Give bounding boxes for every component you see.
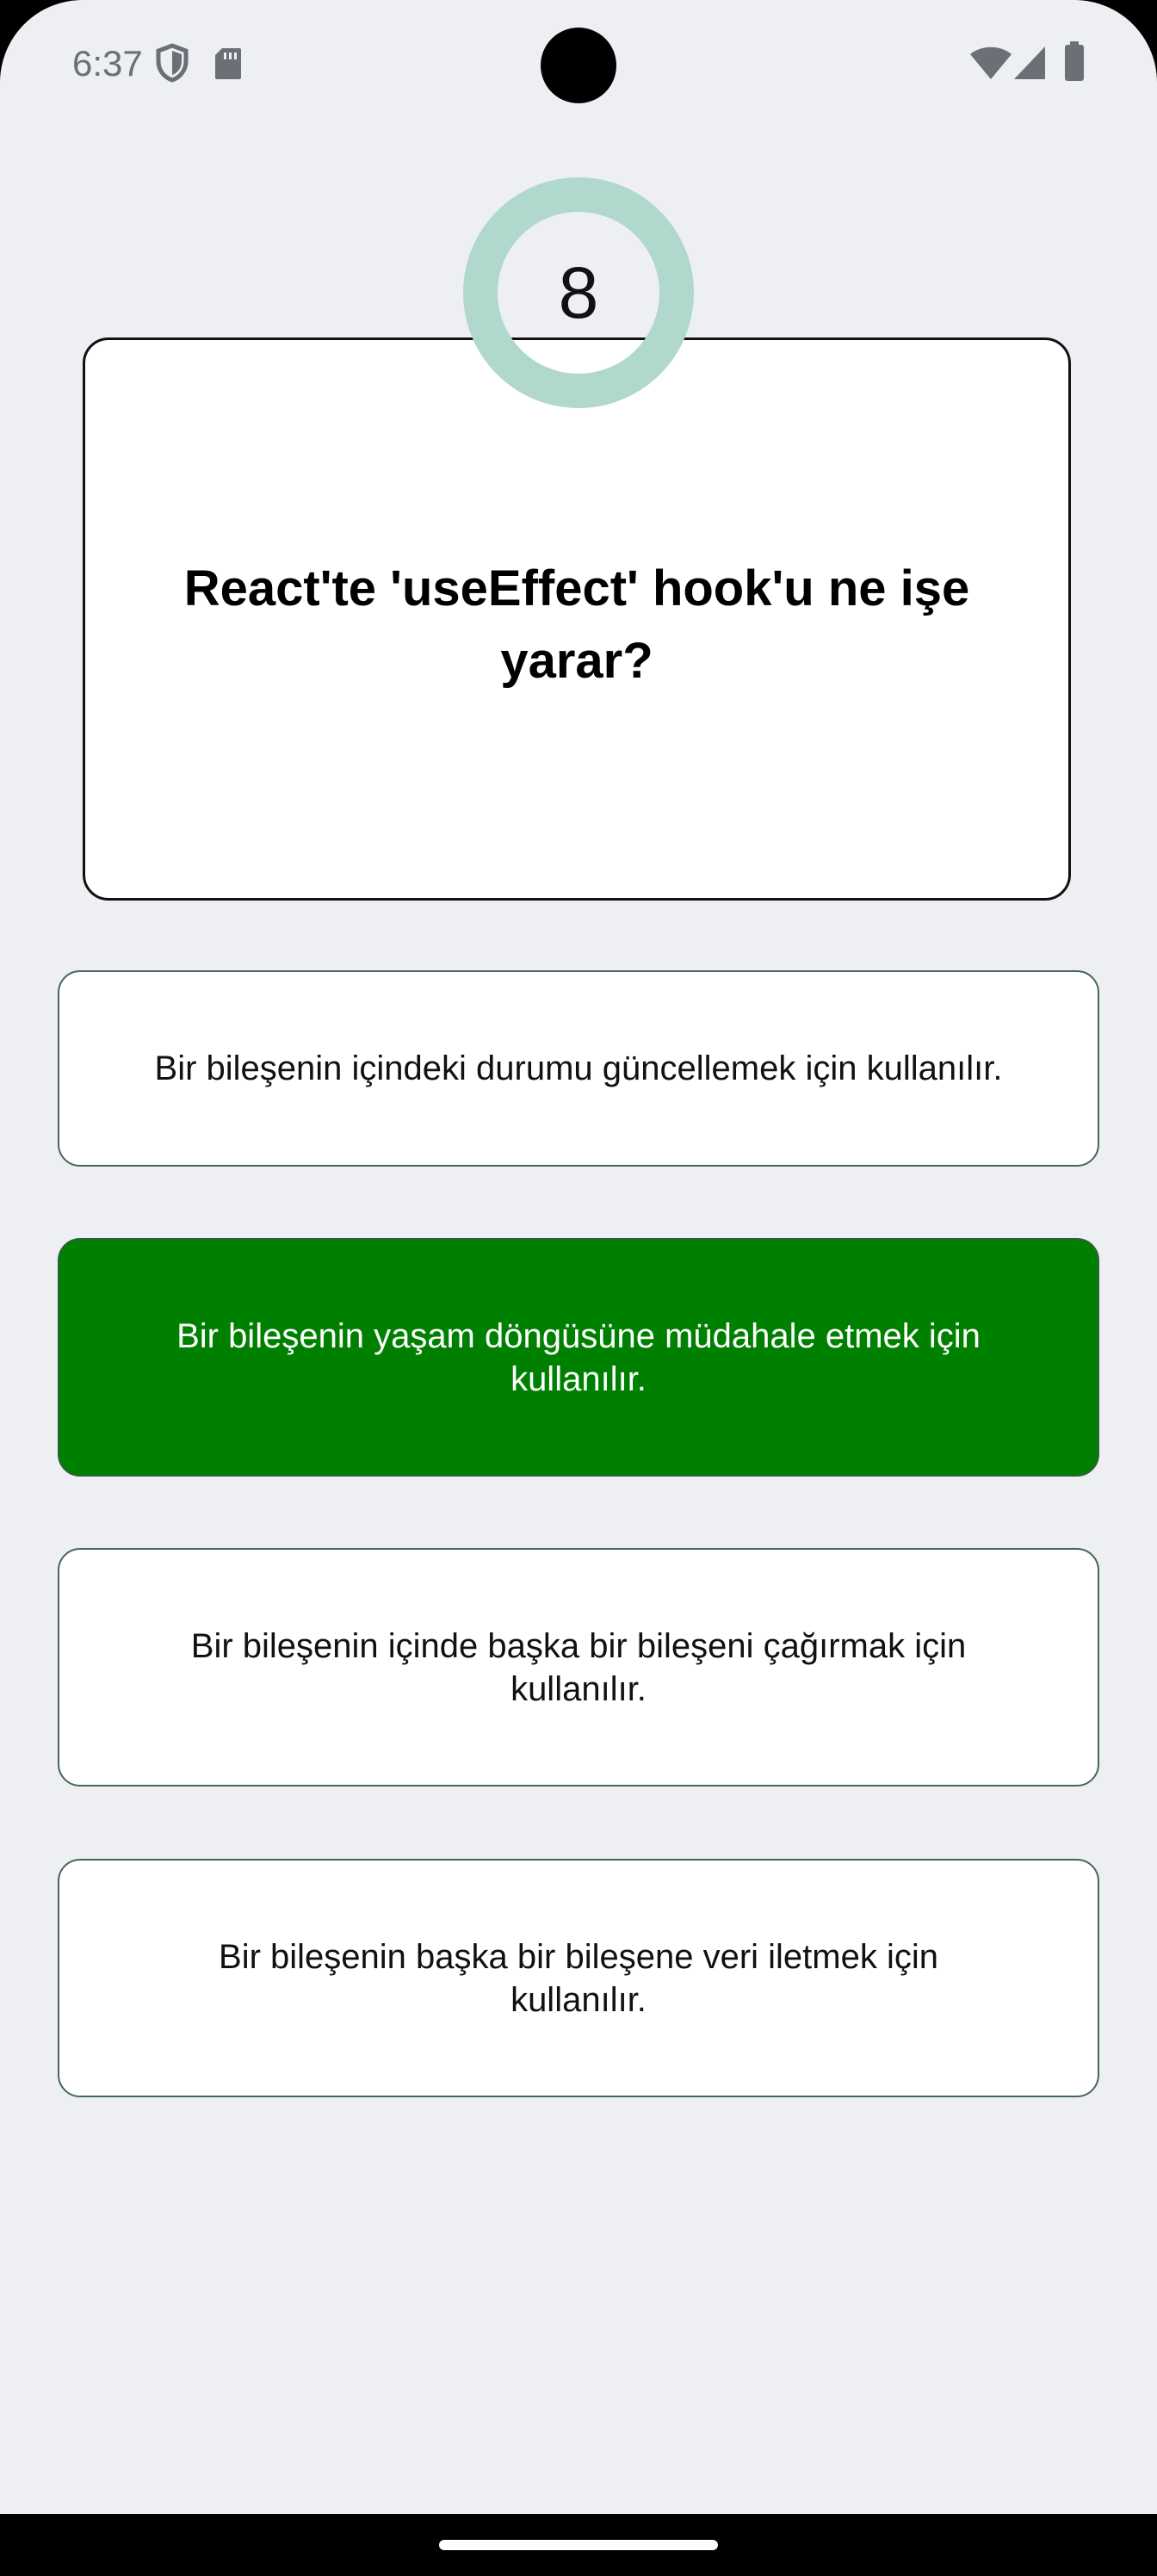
answer-option-text: Bir bileşenin içinde başka bir bileşeni … <box>190 1626 967 1708</box>
answer-option-4[interactable]: Bir bileşenin başka bir bileşene veri il… <box>58 1859 1099 2097</box>
status-bar: 6:37 <box>0 0 1157 129</box>
sd-card-icon <box>213 46 243 85</box>
shield-icon <box>155 43 189 87</box>
battery-icon <box>1064 41 1085 87</box>
answer-option-text: Bir bileşenin içindeki durumu güncelleme… <box>154 1050 1003 1087</box>
question-card: React'te 'useEffect' hook'u ne işe yarar… <box>83 337 1071 901</box>
gesture-nav-handle[interactable] <box>439 2540 718 2550</box>
timer-value: 8 <box>558 252 599 333</box>
cellular-signal-icon <box>1012 45 1047 85</box>
answer-option-3[interactable]: Bir bileşenin içinde başka bir bileşeni … <box>58 1548 1099 1786</box>
quiz-screen: 6:37 8 React'te 'useEffect' hook'u ne iş… <box>0 0 1157 2514</box>
wifi-icon <box>969 45 1012 85</box>
countdown-timer: 8 <box>461 176 696 410</box>
camera-cutout <box>541 28 616 103</box>
status-time: 6:37 <box>72 43 143 84</box>
answer-option-text: Bir bileşenin başka bir bileşene veri il… <box>219 1937 938 2019</box>
question-text: React'te 'useEffect' hook'u ne işe yarar… <box>183 560 970 689</box>
answer-option-text: Bir bileşenin yaşam döngüsüne müdahale e… <box>176 1316 981 1398</box>
answer-option-1[interactable]: Bir bileşenin içindeki durumu güncelleme… <box>58 970 1099 1167</box>
answer-option-2[interactable]: Bir bileşenin yaşam döngüsüne müdahale e… <box>58 1238 1099 1477</box>
